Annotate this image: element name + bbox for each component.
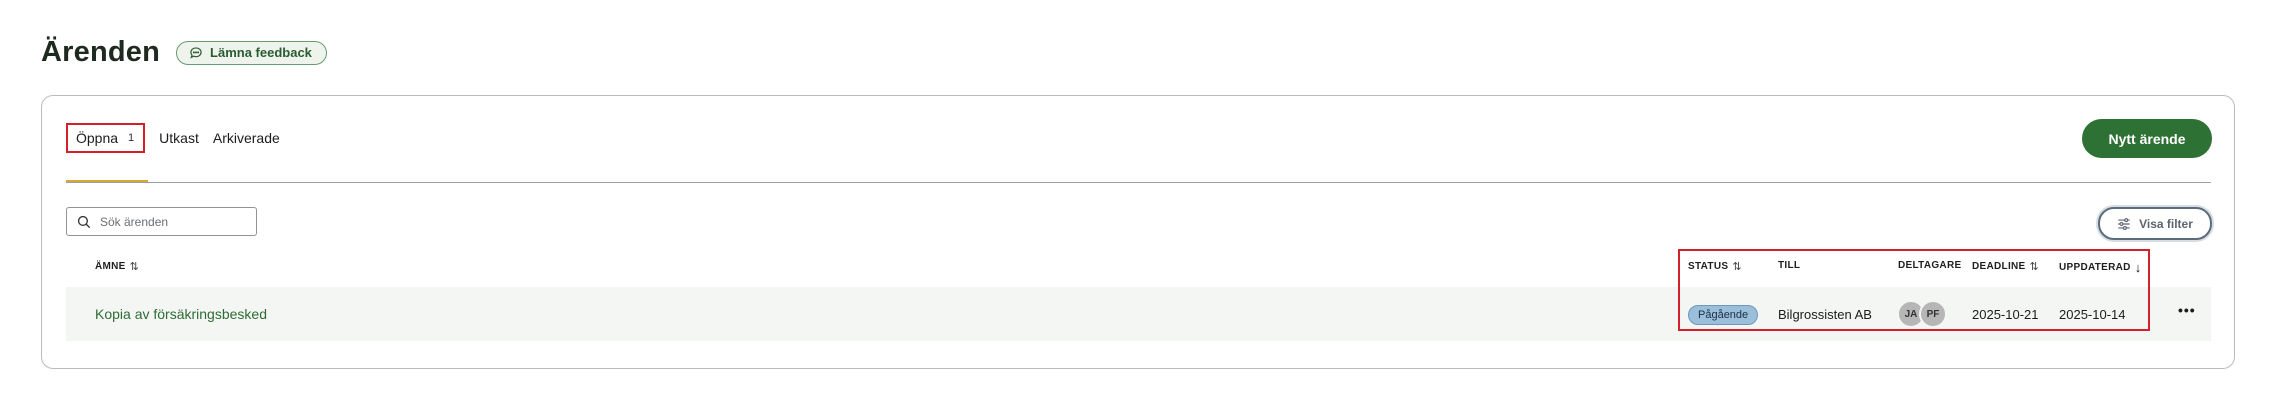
more-actions-icon[interactable]: ••• (2178, 302, 2196, 318)
new-case-button[interactable]: Nytt ärende (2082, 119, 2212, 158)
tab-divider (66, 182, 2211, 183)
tab-drafts-label: Utkast (159, 130, 199, 146)
show-filter-button[interactable]: Visa filter (2098, 207, 2212, 240)
tab-open[interactable]: Öppna 1 (66, 123, 146, 153)
case-subject-link[interactable]: Kopia av försäkringsbesked (95, 306, 267, 322)
column-header-subject[interactable]: ÄMNE ⇅ (95, 260, 139, 273)
column-header-subject-label: ÄMNE (95, 261, 126, 272)
chat-bubble-icon (190, 46, 202, 59)
tab-open-count: 1 (128, 132, 135, 144)
tab-archived-label: Arkiverade (212, 130, 280, 146)
search-input[interactable] (100, 214, 250, 229)
cases-card: Öppna 1 Utkast Arkiverade Nytt ärende Vi… (41, 95, 2235, 369)
page-title: Ärenden (41, 36, 161, 68)
search-box[interactable] (66, 207, 257, 236)
page-header: Ärenden Lämna feedback (41, 36, 327, 69)
tab-open-label: Öppna (76, 130, 119, 146)
tab-archived[interactable]: Arkiverade (213, 130, 280, 146)
tab-drafts[interactable]: Utkast (159, 130, 199, 146)
sliders-icon (2118, 217, 2130, 230)
search-icon (77, 215, 91, 228)
highlight-box (1678, 249, 2150, 331)
feedback-label: Lämna feedback (210, 45, 312, 60)
feedback-button[interactable]: Lämna feedback (176, 40, 327, 65)
sort-icon: ⇅ (129, 261, 140, 273)
show-filter-label: Visa filter (2139, 216, 2193, 231)
tab-bar: Öppna 1 Utkast Arkiverade (66, 123, 280, 153)
